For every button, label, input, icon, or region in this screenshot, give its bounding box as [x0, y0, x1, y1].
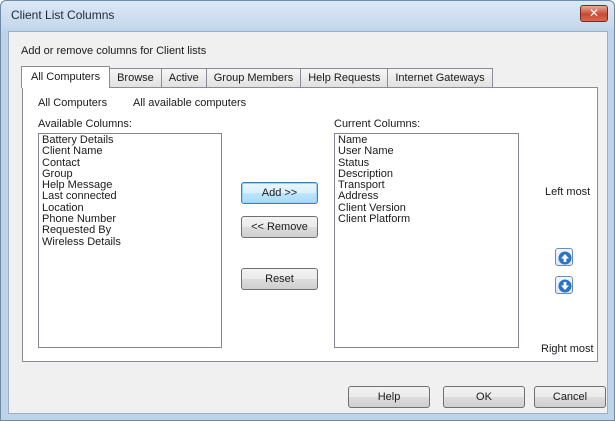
- tab-help-requests[interactable]: Help Requests: [300, 68, 389, 88]
- list-item[interactable]: Client Name: [42, 145, 218, 157]
- list-item[interactable]: Wireless Details: [42, 236, 218, 248]
- tab-active[interactable]: Active: [160, 68, 207, 88]
- current-columns-list[interactable]: Name User Name Status Description Transp…: [334, 133, 519, 348]
- help-button[interactable]: Help: [348, 386, 430, 408]
- scope-description: All available computers: [133, 97, 247, 109]
- instruction-text: Add or remove columns for Client lists: [21, 45, 207, 57]
- dialog-body: Add or remove columns for Client lists A…: [8, 31, 608, 414]
- ok-button[interactable]: OK: [443, 386, 525, 408]
- remove-button[interactable]: << Remove: [241, 216, 318, 238]
- tab-internet-gateways[interactable]: Internet Gateways: [387, 68, 493, 88]
- tab-strip: All Computers Browse Active Group Member…: [21, 66, 493, 88]
- close-button[interactable]: ✕: [580, 5, 608, 22]
- add-button[interactable]: Add >>: [241, 182, 318, 204]
- tab-group-members[interactable]: Group Members: [205, 68, 302, 88]
- current-columns-label: Current Columns:: [334, 118, 421, 130]
- move-down-button[interactable]: [555, 276, 573, 294]
- list-item[interactable]: User Name: [338, 145, 515, 157]
- list-item[interactable]: Requested By: [42, 225, 218, 237]
- list-item[interactable]: Client Platform: [338, 213, 515, 225]
- available-columns-list[interactable]: Battery Details Client Name Contact Grou…: [38, 133, 222, 348]
- tab-panel: All Computers All available computers Av…: [22, 87, 598, 362]
- window-title: Client List Columns: [11, 8, 115, 22]
- arrow-down-icon: [558, 279, 572, 293]
- close-icon: ✕: [588, 6, 600, 20]
- available-columns-label: Available Columns:: [38, 118, 132, 130]
- cancel-button[interactable]: Cancel: [534, 386, 606, 408]
- arrow-up-icon: [558, 251, 572, 265]
- dialog-window: Client List Columns ✕ Add or remove colu…: [0, 0, 615, 421]
- right-most-label: Right most: [541, 343, 594, 355]
- title-bar[interactable]: Client List Columns ✕: [1, 1, 614, 31]
- tab-all-computers[interactable]: All Computers: [21, 66, 111, 88]
- move-up-button[interactable]: [555, 248, 573, 266]
- tab-browse[interactable]: Browse: [109, 68, 162, 88]
- scope-name: All Computers: [38, 97, 108, 109]
- reset-button[interactable]: Reset: [241, 268, 318, 290]
- left-most-label: Left most: [545, 186, 591, 198]
